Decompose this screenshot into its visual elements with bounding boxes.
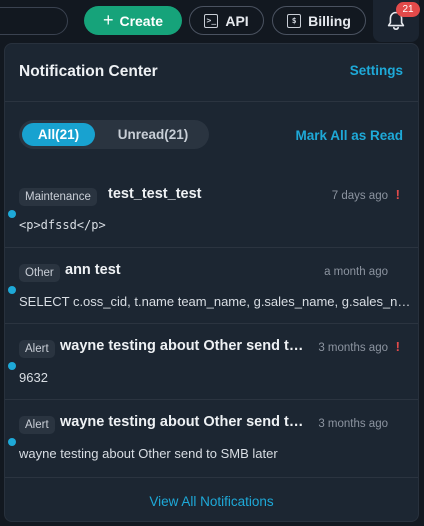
notification-tag: Maintenance: [19, 188, 97, 206]
notification-title: wayne testing about Other send to SMB la…: [60, 338, 312, 354]
create-button-label: Create: [119, 12, 164, 29]
notification-title: ann test: [65, 262, 121, 278]
billing-button[interactable]: $ Billing: [272, 6, 366, 35]
notification-body: SELECT c.oss_cid, t.name team_name, g.sa…: [19, 294, 411, 309]
plus-icon: +: [102, 10, 114, 30]
unread-dot: [8, 286, 16, 294]
top-navigation: + Create >_ API $ Billing 21: [0, 0, 424, 42]
search-field[interactable]: [0, 7, 68, 35]
notification-time: 3 months ago: [318, 418, 388, 430]
notification-tag: Other: [19, 264, 60, 282]
notification-time: a month ago: [324, 266, 388, 278]
notification-title: test_test_test: [108, 186, 202, 202]
notification-time: 3 months ago: [318, 342, 388, 354]
view-all-notifications-link[interactable]: View All Notifications: [5, 494, 418, 509]
footer-divider: [5, 477, 418, 478]
notification-body: <p>dfssd</p>: [19, 218, 106, 232]
notification-item[interactable]: Alert wayne testing about Other send to …: [5, 324, 418, 400]
notification-body: 9632: [19, 370, 48, 385]
mark-all-read-link[interactable]: Mark All as Read: [295, 128, 403, 143]
notification-tag: Alert: [19, 416, 55, 434]
notification-count-badge: 21: [396, 2, 420, 17]
settings-link[interactable]: Settings: [350, 63, 403, 78]
tab-all[interactable]: All(21): [22, 123, 95, 146]
notification-body: wayne testing about Other send to SMB la…: [19, 446, 278, 461]
panel-title: Notification Center: [19, 63, 158, 80]
dollar-icon: $: [287, 13, 302, 28]
api-button-label: API: [225, 12, 249, 29]
create-button[interactable]: + Create: [84, 6, 182, 35]
important-icon: !: [395, 187, 400, 202]
terminal-icon: >_: [204, 13, 219, 28]
notification-item[interactable]: Maintenance test_test_test 7 days ago ! …: [5, 172, 418, 248]
notification-time: 7 days ago: [331, 190, 388, 202]
billing-button-label: Billing: [308, 12, 351, 29]
notification-item[interactable]: Other ann test a month ago SELECT c.oss_…: [5, 248, 418, 324]
unread-dot: [8, 438, 16, 446]
header-divider: [5, 101, 418, 102]
notification-title: wayne testing about Other send to SMB la…: [60, 414, 312, 430]
filter-tabs: All(21) Unread(21): [19, 120, 209, 149]
tab-unread[interactable]: Unread(21): [105, 123, 201, 146]
important-icon: !: [395, 339, 400, 354]
api-button[interactable]: >_ API: [189, 6, 264, 35]
notification-item[interactable]: Alert wayne testing about Other send to …: [5, 400, 418, 476]
notification-center-panel: Notification Center Settings All(21) Unr…: [4, 43, 419, 522]
notification-tag: Alert: [19, 340, 55, 358]
unread-dot: [8, 362, 16, 370]
unread-dot: [8, 210, 16, 218]
